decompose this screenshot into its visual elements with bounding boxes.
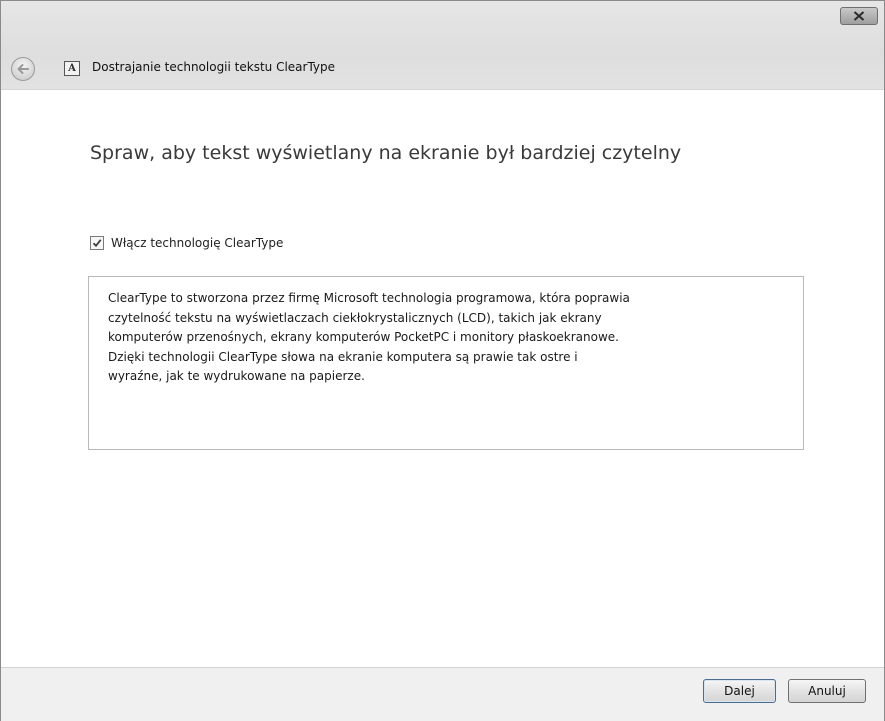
cleartype-tuner-window: A Dostrajanie technologii tekstu ClearTy… [0,0,885,721]
footer-bar: Dalej Anuluj [1,667,884,721]
cleartype-checkbox-row[interactable]: Włącz technologię ClearType [90,236,283,250]
title-bar: A Dostrajanie technologii tekstu ClearTy… [1,1,884,89]
page-heading: Spraw, aby tekst wyświetlany na ekranie … [90,142,682,164]
close-icon [853,11,865,21]
checkmark-icon [92,239,102,248]
back-button[interactable] [11,57,35,81]
cleartype-checkbox[interactable] [90,236,104,250]
back-arrow-icon [17,64,29,74]
window-title: Dostrajanie technologii tekstu ClearType [92,60,336,74]
cleartype-checkbox-label[interactable]: Włącz technologię ClearType [111,236,283,250]
content-area: Spraw, aby tekst wyświetlany na ekranie … [1,89,884,668]
cleartype-app-icon: A [64,61,80,76]
description-panel: ClearType to stworzona przez firmę Micro… [88,276,804,450]
next-button[interactable]: Dalej [703,679,776,703]
close-button[interactable] [840,7,878,25]
description-text: ClearType to stworzona przez firmę Micro… [108,291,630,383]
cancel-button[interactable]: Anuluj [788,679,866,703]
